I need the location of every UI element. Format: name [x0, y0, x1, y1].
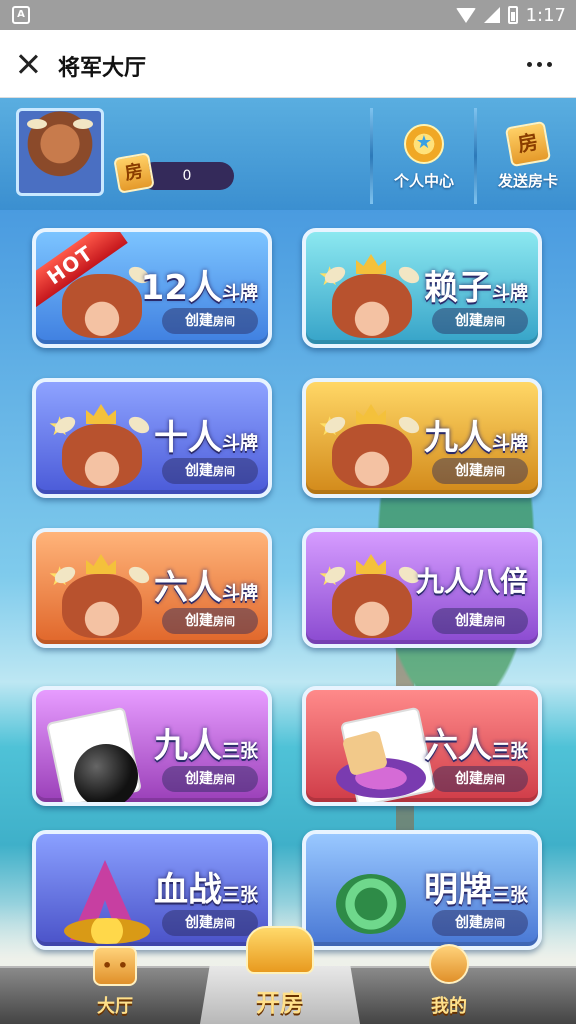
create-room-button[interactable]: 创建房间 — [432, 608, 528, 634]
game-name: 赖子斗牌 — [424, 268, 528, 308]
status-bar: A 1:17 — [0, 0, 576, 30]
game-name: 九人三张 — [154, 726, 258, 766]
close-icon[interactable] — [16, 52, 40, 76]
game-tile-10-person-douniu[interactable]: ★ 十人斗牌 创建房间 — [32, 378, 272, 498]
crown-icon — [356, 554, 386, 574]
personal-center-label: 个人中心 — [393, 172, 454, 190]
bull-mascot-icon — [62, 574, 142, 638]
more-icon[interactable] — [527, 62, 552, 67]
create-room-button[interactable]: 创建房间 — [162, 308, 258, 334]
game-name: 六人三张 — [424, 726, 528, 766]
nav-open-room[interactable]: 开房 — [215, 926, 345, 1024]
send-room-card-label: 发送房卡 — [497, 172, 558, 190]
room-card-badge-icon: 房 — [113, 152, 155, 194]
game-name: 12人斗牌 — [140, 268, 258, 308]
bull-mascot-icon — [62, 424, 142, 488]
game-tile-6-person-douniu[interactable]: ★ 六人斗牌 创建房间 — [32, 528, 272, 648]
status-icons: 1:17 — [455, 4, 566, 26]
game-name: 六人斗牌 — [154, 568, 258, 608]
app-bar: 将军大厅 — [0, 30, 576, 98]
create-room-button[interactable]: 创建房间 — [162, 608, 258, 634]
dice-icon — [93, 946, 137, 986]
create-room-button[interactable]: 创建房间 — [162, 910, 258, 936]
wifi-icon — [455, 7, 476, 23]
send-room-card-button[interactable]: 房 发送房卡 — [478, 120, 576, 200]
game-tile-mingpai-sanzhang[interactable]: 明牌三张 创建房间 — [302, 830, 542, 950]
room-card-icon: 房 — [504, 120, 552, 168]
game-name: 十人斗牌 — [154, 418, 258, 458]
game-tile-9-person-douniu[interactable]: ★ 九人斗牌 创建房间 — [302, 378, 542, 498]
create-room-button[interactable]: 创建房间 — [432, 458, 528, 484]
bull-mascot-icon — [332, 424, 412, 488]
create-room-button[interactable]: 创建房间 — [432, 766, 528, 792]
nav-open-room-label: 开房 — [256, 989, 304, 1017]
medal-icon — [404, 124, 444, 164]
nav-me[interactable]: 我的 — [394, 944, 504, 1024]
page-title: 将军大厅 — [58, 56, 147, 81]
bull-mascot-icon — [332, 574, 412, 638]
game-tile-9-person-8x[interactable]: ★ 九人八倍 创建房间 — [302, 528, 542, 648]
bull-mascot-icon — [62, 274, 142, 338]
user-icon — [429, 944, 469, 984]
personal-center-button[interactable]: 个人中心 — [374, 124, 474, 200]
game-tile-9-person-sanzhang[interactable]: 九人三张 创建房间 — [32, 686, 272, 806]
signal-icon — [483, 7, 500, 23]
header-divider — [474, 108, 477, 204]
avatar[interactable] — [16, 108, 104, 196]
poker-chip-icon — [336, 874, 406, 934]
crown-icon — [86, 404, 116, 424]
create-room-button[interactable]: 创建房间 — [162, 458, 258, 484]
nav-me-label: 我的 — [431, 996, 467, 1017]
room-card-count: 0 — [140, 162, 234, 190]
game-name: 九人八倍 — [415, 565, 528, 598]
crown-icon — [86, 554, 116, 574]
crown-icon — [356, 404, 386, 424]
header-divider — [370, 108, 373, 204]
game-name: 血战三张 — [154, 870, 258, 910]
battery-icon — [507, 6, 518, 24]
game-tile-12-person-douniu[interactable]: HOT 12人斗牌 创建房间 — [32, 228, 272, 348]
game-name: 九人斗牌 — [424, 418, 528, 458]
create-room-button[interactable]: 创建房间 — [432, 910, 528, 936]
create-room-button[interactable]: 创建房间 — [162, 766, 258, 792]
game-tile-xuezhan-sanzhang[interactable]: 血战三张 创建房间 — [32, 830, 272, 950]
app-notification-icon: A — [12, 6, 30, 24]
bull-mascot-icon — [332, 274, 412, 338]
nav-lobby-label: 大厅 — [97, 996, 133, 1017]
nav-lobby[interactable]: 大厅 — [60, 946, 170, 1024]
create-room-button[interactable]: 创建房间 — [432, 308, 528, 334]
game-lobby: HOT 12人斗牌 创建房间 ★ 赖子斗牌 创建房间 ★ 十人斗牌 创建房间 ★… — [0, 210, 576, 1024]
bomb-icon — [74, 744, 138, 802]
sofa-icon — [246, 926, 314, 974]
game-name: 明牌三张 — [424, 870, 528, 910]
game-tile-6-person-sanzhang[interactable]: 六人三张 创建房间 — [302, 686, 542, 806]
game-tile-laizi-douniu[interactable]: ★ 赖子斗牌 创建房间 — [302, 228, 542, 348]
status-time: 1:17 — [525, 4, 566, 26]
crown-icon — [356, 254, 386, 274]
gold-coins-icon — [64, 918, 150, 944]
